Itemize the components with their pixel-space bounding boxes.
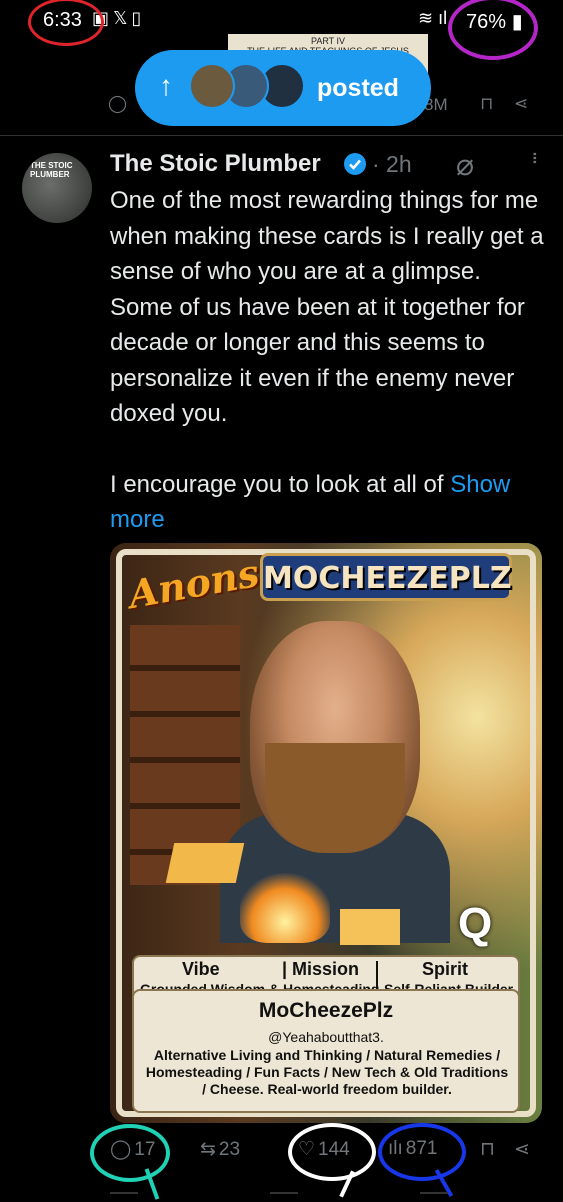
bottom-nav-peek [0, 1190, 563, 1200]
x-icon: 𝕏 [113, 8, 132, 28]
new-posts-pill[interactable]: ↑ posted [135, 50, 431, 126]
avatar [189, 63, 235, 109]
card-handle: @Yeahaboutthat3. [268, 1029, 384, 1045]
annotation-circle-red [28, 0, 104, 46]
post-paragraph: One of the most rewarding things for me … [110, 187, 544, 427]
wifi-icon: ≋ ıl [418, 8, 448, 28]
spirit-label: Spirit [422, 959, 469, 979]
annotation-circle-blue [378, 1123, 466, 1181]
verified-badge-icon [344, 153, 366, 175]
annotation-circle-purple [448, 0, 538, 60]
bookmark-button[interactable]: ⊓ [480, 1138, 495, 1161]
mission-label: | Mission [282, 959, 360, 979]
nav-icon[interactable] [420, 1192, 448, 1202]
more-options-icon[interactable]: ··· [521, 150, 549, 162]
card-title: MOCHEEZEPLZ [260, 553, 512, 601]
bookmark-icon: ⊓ [480, 1139, 495, 1160]
nav-icon[interactable] [110, 1192, 138, 1202]
grok-icon[interactable]: ⌀ [456, 148, 474, 183]
vibe-label: Vibe [182, 959, 220, 979]
signal-icon: ıl [438, 8, 448, 28]
nav-icon[interactable] [270, 1192, 298, 1202]
author-name[interactable]: The Stoic Plumber [110, 150, 321, 178]
post-actions: ◯ 17 ⇆ 23 ♡ 144 ılı 871 ⊓ ⋖ [0, 1128, 563, 1174]
post-timestamp[interactable]: · 2h [372, 151, 412, 178]
repost-icon: ⇆ [200, 1139, 216, 1160]
annotation-circle-teal [90, 1124, 170, 1182]
clipboard-icon: ▯ [131, 8, 146, 28]
post-image[interactable]: Anons MOCHEEZEPLZ Q Vibe | Mission Spiri… [110, 543, 542, 1123]
post-text: One of the most rewarding things for me … [110, 183, 550, 538]
avatar-text: THE STOIC PLUMBER [30, 161, 73, 179]
author-avatar[interactable]: THE STOIC PLUMBER [22, 153, 92, 223]
divider [0, 135, 563, 136]
q-badge: Q [458, 899, 493, 948]
card-description: Alternative Living and Thinking / Natura… [145, 1047, 509, 1097]
bookmark-icon[interactable]: ⊓ [480, 94, 493, 114]
posted-label: posted [317, 74, 399, 102]
card-info: MoCheezePlz @Yeahaboutthat3. Alternative… [132, 989, 520, 1113]
share-icon[interactable]: ⋖ [514, 94, 528, 114]
arrow-up-icon: ↑ [159, 70, 173, 101]
card-name: MoCheezePlz [258, 999, 394, 1022]
share-button[interactable]: ⋖ [514, 1138, 530, 1161]
repost-button[interactable]: ⇆ 23 [200, 1138, 240, 1161]
post-paragraph: I encourage you to look at all of Show m… [110, 470, 511, 534]
reply-icon[interactable]: ◯ [108, 94, 127, 114]
annotation-circle-white [288, 1123, 376, 1181]
share-icon: ⋖ [514, 1139, 530, 1160]
